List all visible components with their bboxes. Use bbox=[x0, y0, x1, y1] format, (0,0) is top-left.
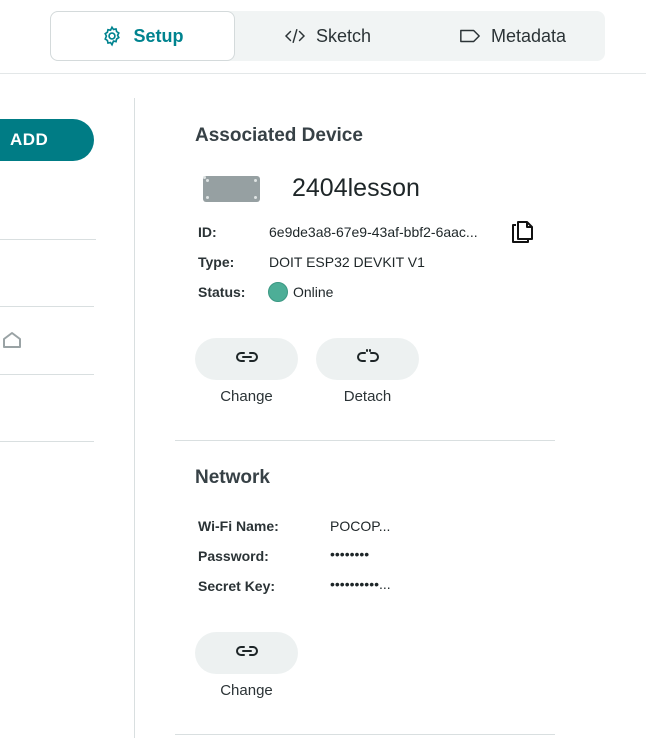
device-board-image bbox=[203, 176, 260, 202]
wifi-name-value: POCOP... bbox=[330, 518, 391, 534]
wifi-name-label: Wi-Fi Name: bbox=[198, 518, 279, 534]
secret-key-value: ••••••••••... bbox=[330, 576, 391, 592]
tab-setup-label: Setup bbox=[133, 25, 184, 46]
detach-device-button[interactable] bbox=[316, 338, 419, 380]
copy-icon[interactable] bbox=[510, 220, 536, 249]
header-divider bbox=[0, 73, 646, 74]
section-divider bbox=[175, 734, 555, 735]
home-icon[interactable] bbox=[2, 330, 22, 355]
device-status-label: Status: bbox=[198, 284, 246, 300]
tab-metadata-label: Metadata bbox=[490, 25, 567, 46]
device-type-label: Type: bbox=[198, 254, 235, 270]
network-title: Network bbox=[195, 467, 270, 488]
gear-icon bbox=[101, 25, 123, 47]
list-divider bbox=[0, 239, 96, 240]
device-id-label: ID: bbox=[198, 224, 217, 240]
tab-sketch[interactable]: Sketch bbox=[240, 11, 415, 61]
tab-setup[interactable]: Setup bbox=[50, 11, 235, 61]
add-button-label: ADD bbox=[10, 130, 49, 149]
device-status-value: Online bbox=[293, 284, 334, 300]
change-network-button[interactable] bbox=[195, 632, 298, 674]
tag-icon bbox=[459, 28, 481, 44]
change-device-label: Change bbox=[220, 388, 273, 405]
device-id-value: 6e9de3a8-67e9-43af-bbf2-6aac... bbox=[269, 224, 478, 240]
column-divider bbox=[134, 98, 135, 738]
secret-key-label: Secret Key: bbox=[198, 578, 276, 594]
link-icon bbox=[235, 644, 258, 662]
change-device-button[interactable] bbox=[195, 338, 298, 380]
status-online-indicator bbox=[268, 282, 288, 302]
password-label: Password: bbox=[198, 548, 269, 564]
tab-sketch-label: Sketch bbox=[315, 25, 372, 46]
code-icon bbox=[284, 27, 306, 45]
password-value: •••••••• bbox=[330, 546, 370, 562]
associated-device-title: Associated Device bbox=[195, 125, 363, 146]
device-type-value: DOIT ESP32 DEVKIT V1 bbox=[269, 254, 425, 270]
tab-metadata[interactable]: Metadata bbox=[420, 11, 605, 61]
list-divider bbox=[0, 306, 94, 307]
link-icon bbox=[235, 350, 258, 368]
tab-bar: Setup Sketch Metadata bbox=[50, 11, 605, 61]
detach-device-label: Detach bbox=[343, 388, 392, 405]
device-name: 2404lesson bbox=[292, 174, 420, 202]
list-divider bbox=[0, 374, 94, 375]
unlink-icon bbox=[356, 348, 379, 370]
change-network-label: Change bbox=[220, 682, 273, 699]
add-button[interactable]: ADD bbox=[0, 119, 94, 161]
list-divider bbox=[0, 441, 94, 442]
section-divider bbox=[175, 440, 555, 441]
